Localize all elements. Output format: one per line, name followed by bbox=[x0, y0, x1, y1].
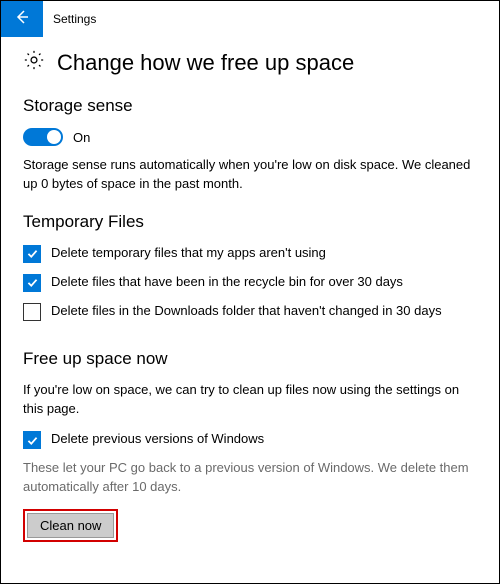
window-title: Settings bbox=[43, 12, 96, 26]
section-title-temp-files: Temporary Files bbox=[23, 212, 477, 232]
storage-sense-toggle-label: On bbox=[73, 130, 90, 145]
toggle-knob bbox=[47, 130, 61, 144]
storage-sense-description: Storage sense runs automatically when yo… bbox=[23, 156, 477, 194]
checkbox-prev-versions[interactable] bbox=[23, 431, 41, 449]
checkbox-prev-versions-label: Delete previous versions of Windows bbox=[51, 430, 264, 448]
gear-icon bbox=[23, 49, 45, 76]
checkbox-downloads[interactable] bbox=[23, 303, 41, 321]
page-title: Change how we free up space bbox=[57, 50, 354, 76]
back-button[interactable] bbox=[1, 1, 43, 37]
clean-now-button[interactable]: Clean now bbox=[27, 513, 114, 538]
storage-sense-toggle[interactable] bbox=[23, 128, 63, 146]
checkbox-downloads-label: Delete files in the Downloads folder tha… bbox=[51, 302, 442, 320]
prev-versions-note: These let your PC go back to a previous … bbox=[23, 459, 477, 497]
checkbox-recycle-bin-label: Delete files that have been in the recyc… bbox=[51, 273, 403, 291]
free-up-intro: If you're low on space, we can try to cl… bbox=[23, 381, 477, 419]
section-title-storage-sense: Storage sense bbox=[23, 96, 477, 116]
checkbox-temp-files-label: Delete temporary files that my apps aren… bbox=[51, 244, 326, 262]
page-header: Change how we free up space bbox=[23, 49, 477, 76]
arrow-left-icon bbox=[14, 9, 30, 30]
section-title-free-up: Free up space now bbox=[23, 349, 477, 369]
checkbox-temp-files[interactable] bbox=[23, 245, 41, 263]
titlebar: Settings bbox=[1, 1, 499, 37]
checkbox-recycle-bin[interactable] bbox=[23, 274, 41, 292]
clean-now-highlight: Clean now bbox=[23, 509, 118, 542]
